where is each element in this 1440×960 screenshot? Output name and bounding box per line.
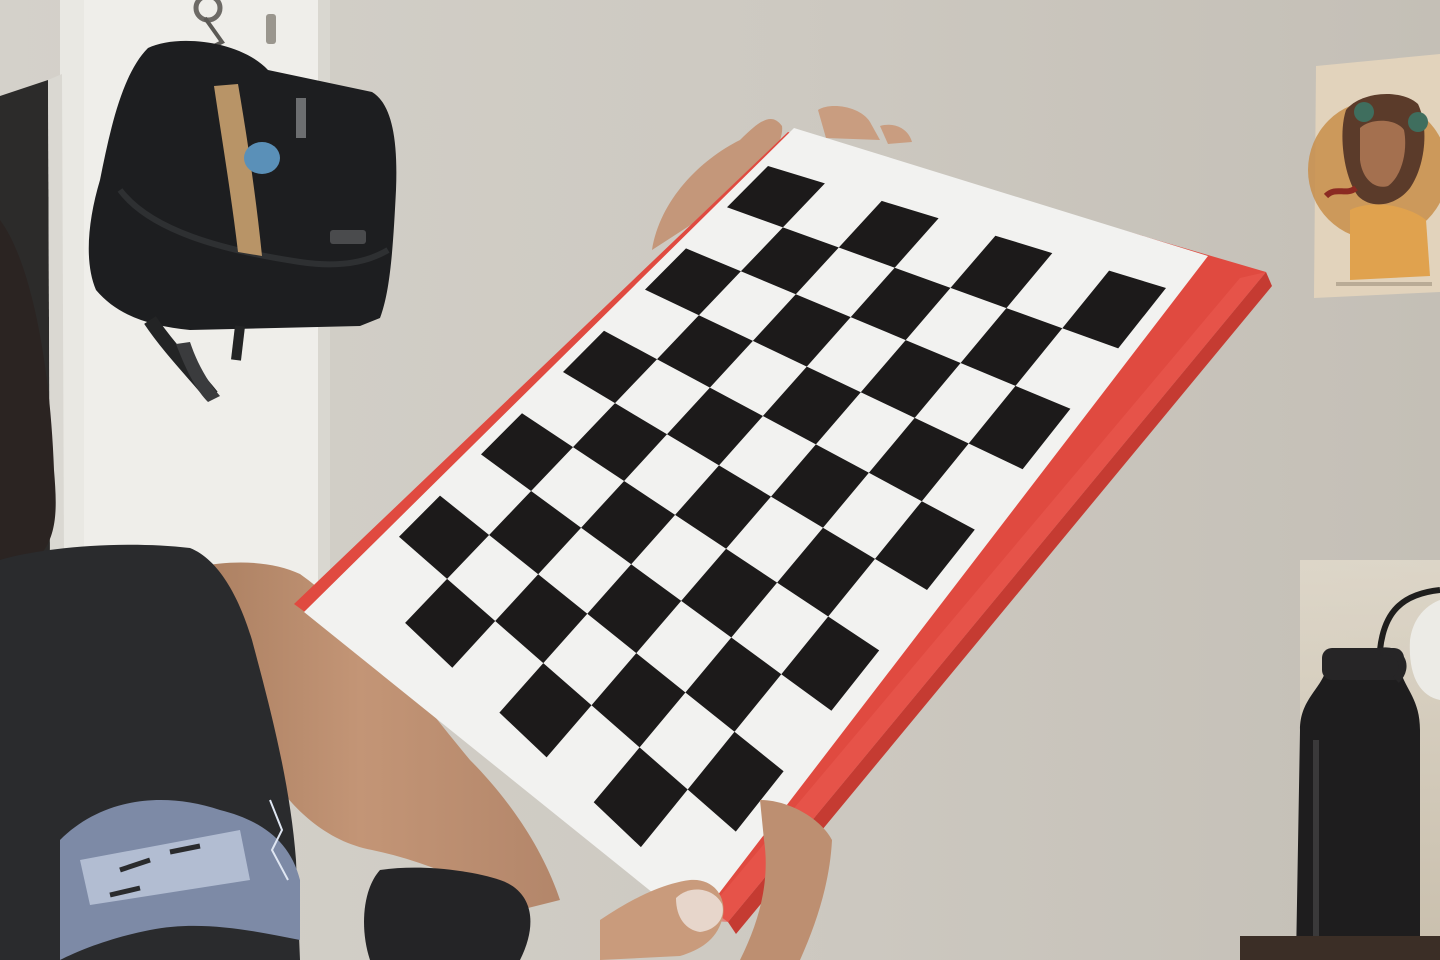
scene-drawing bbox=[0, 0, 1440, 960]
photo-scene bbox=[0, 0, 1440, 960]
poster bbox=[1308, 54, 1440, 298]
backpack-patch bbox=[244, 142, 280, 174]
water-bottle bbox=[1296, 647, 1420, 960]
desk-edge bbox=[1240, 936, 1440, 960]
door-hinge bbox=[266, 14, 276, 44]
